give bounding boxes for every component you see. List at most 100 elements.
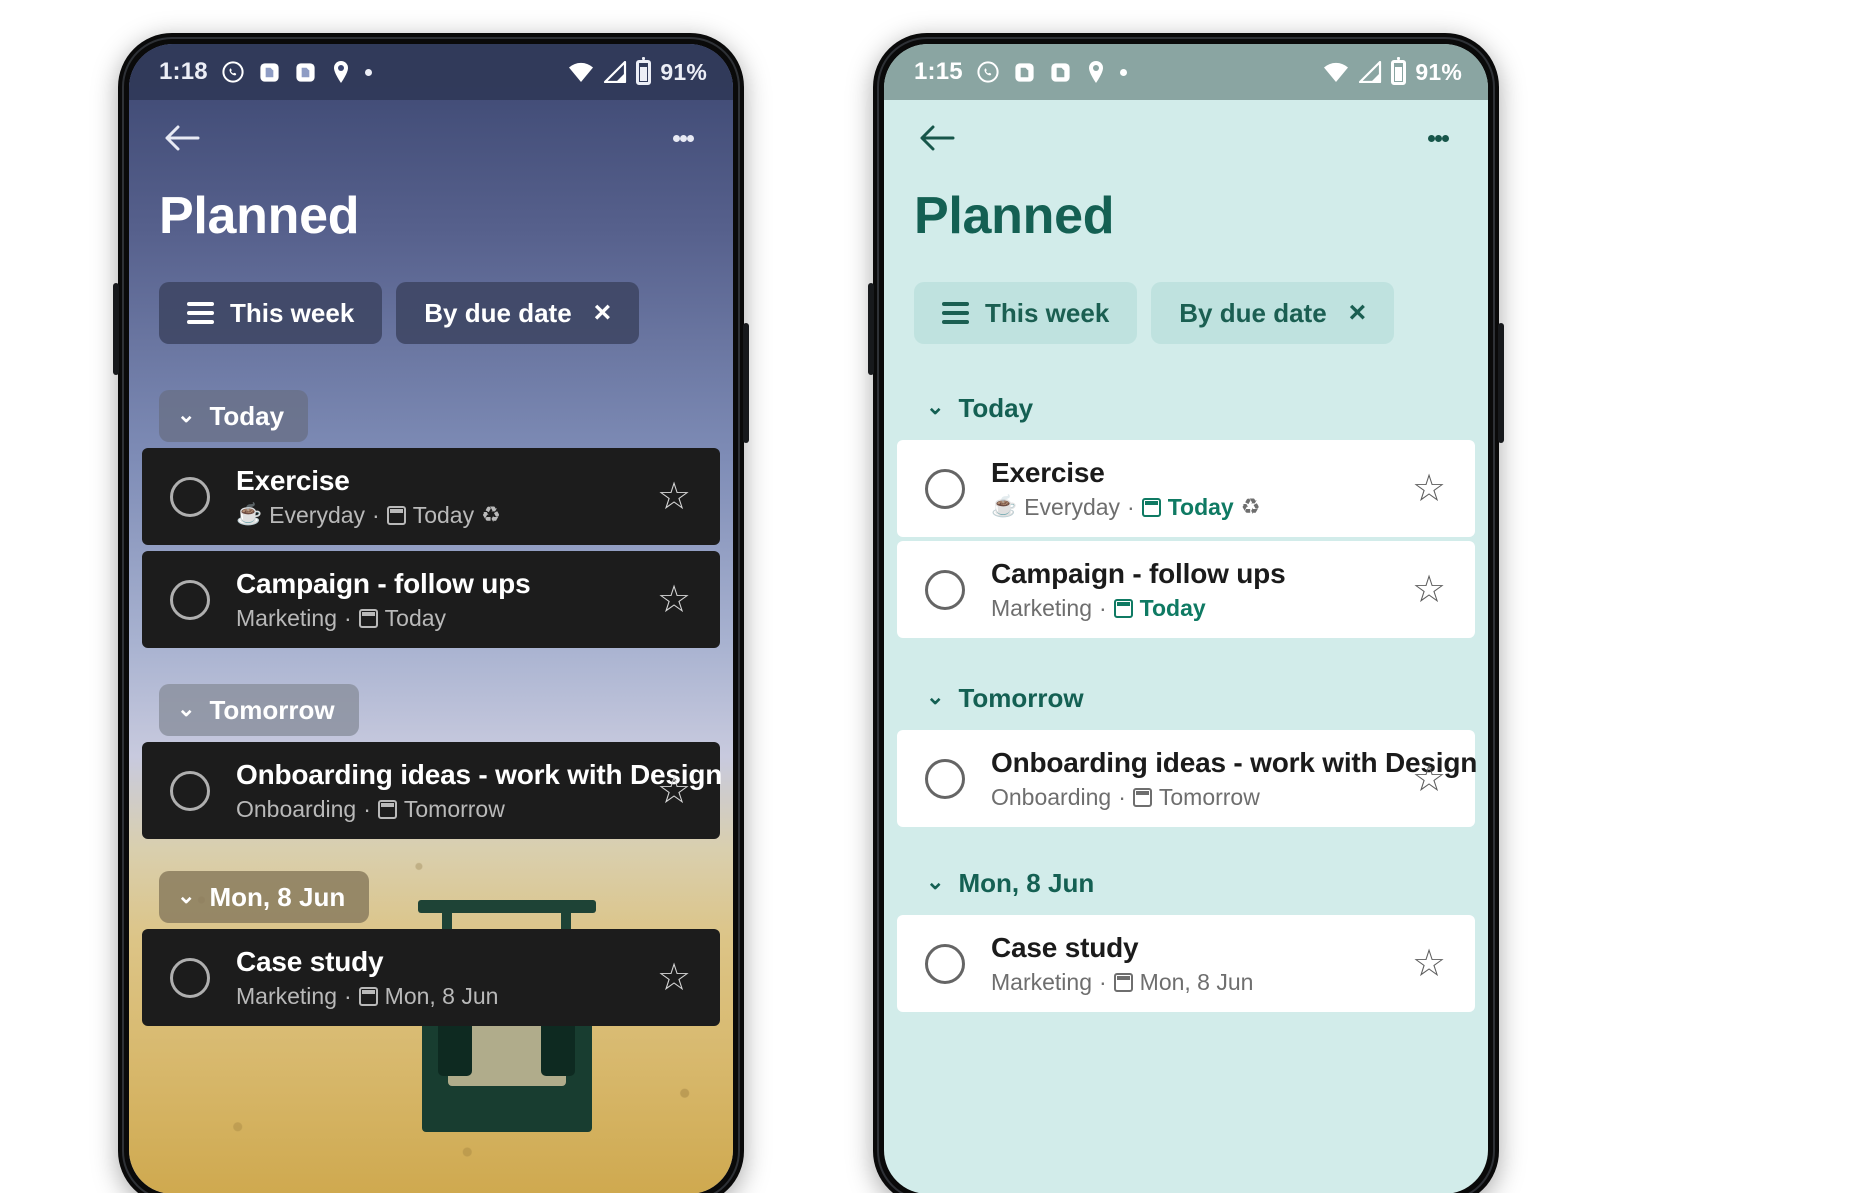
- mug-icon: ☕: [991, 495, 1018, 518]
- task-body: Onboarding ideas - work with Design Onbo…: [965, 747, 1477, 811]
- group-label: Mon, 8 Jun: [958, 867, 1095, 898]
- task-due-date: Today: [412, 501, 475, 528]
- favorite-star-icon[interactable]: ☆: [1407, 470, 1451, 508]
- table-row[interactable]: Onboarding ideas - work with Design Onbo…: [142, 742, 722, 839]
- complete-checkbox[interactable]: [925, 569, 965, 610]
- task-meta: Marketing · Today: [991, 595, 1407, 622]
- task-title: Case study: [991, 931, 1139, 963]
- task-group-tomorrow: ⌄ Tomorrow: [884, 642, 1488, 730]
- screenshot-stage: 1:18 91% Planned This week By due date ×…: [0, 0, 1859, 1193]
- battery-icon: [1391, 56, 1407, 85]
- chevron-down-icon: ⌄: [177, 696, 196, 721]
- task-list-name: Everyday: [269, 501, 366, 528]
- task-due-date: Tomorrow: [1158, 783, 1260, 810]
- group-header-mon-8-jun[interactable]: ⌄ Mon, 8 Jun: [914, 857, 1118, 909]
- back-arrow-icon[interactable]: [914, 115, 960, 161]
- calendar-icon: [1113, 598, 1133, 618]
- task-meta: ☕ Everyday · Today ♻: [236, 502, 652, 529]
- favorite-star-icon[interactable]: ☆: [1407, 945, 1451, 983]
- more-options-icon[interactable]: [1418, 115, 1458, 161]
- volume-button[interactable]: [113, 283, 119, 375]
- close-icon[interactable]: ×: [594, 298, 612, 328]
- chip-this-week[interactable]: This week: [159, 282, 383, 344]
- app-bar: [129, 100, 733, 176]
- task-due-date: Today: [384, 604, 447, 631]
- chip-label: By due date: [424, 297, 572, 328]
- complete-checkbox[interactable]: [925, 943, 965, 984]
- close-icon[interactable]: ×: [1349, 298, 1367, 328]
- power-button[interactable]: [743, 323, 749, 443]
- task-due-date: Tomorrow: [403, 795, 505, 822]
- complete-checkbox[interactable]: [170, 770, 210, 811]
- volume-button[interactable]: [868, 283, 874, 375]
- list-filter-icon: [187, 297, 214, 329]
- power-button[interactable]: [1498, 323, 1504, 443]
- calendar-icon: [1141, 497, 1161, 517]
- more-options-icon[interactable]: [663, 115, 703, 161]
- group-header-tomorrow[interactable]: ⌄ Tomorrow: [159, 684, 359, 736]
- calendar-icon: [1132, 787, 1152, 807]
- task-body: Exercise ☕ Everyday · Today ♻: [965, 457, 1407, 521]
- chevron-down-icon: ⌄: [926, 394, 945, 419]
- phone-screen-light: 1:15 91% Planned This week By due date ×…: [884, 44, 1488, 1193]
- phone-device-dark: 1:18 91% Planned This week By due date ×…: [113, 33, 749, 1193]
- favorite-star-icon[interactable]: ☆: [652, 478, 696, 516]
- complete-checkbox[interactable]: [925, 758, 965, 799]
- complete-checkbox[interactable]: [170, 957, 210, 998]
- table-row[interactable]: Case study Marketing · Mon, 8 Jun ☆: [897, 915, 1475, 1012]
- chip-this-week[interactable]: This week: [914, 282, 1138, 344]
- complete-checkbox[interactable]: [925, 468, 965, 509]
- table-row[interactable]: Onboarding ideas - work with Design Onbo…: [897, 730, 1477, 827]
- task-due-date: Mon, 8 Jun: [384, 982, 499, 1009]
- favorite-star-icon[interactable]: ☆: [652, 959, 696, 997]
- meta-separator: ·: [1098, 968, 1107, 995]
- task-title: Case study: [236, 945, 384, 977]
- whatsapp-icon: [976, 60, 1000, 84]
- group-header-tomorrow[interactable]: ⌄ Tomorrow: [914, 672, 1108, 724]
- group-label: Mon, 8 Jun: [209, 881, 346, 912]
- favorite-star-icon[interactable]: ☆: [1407, 760, 1451, 798]
- task-list-name: Onboarding: [236, 795, 357, 822]
- task-body: Onboarding ideas - work with Design Onbo…: [210, 759, 722, 823]
- calendar-icon: [386, 505, 406, 525]
- group-header-today[interactable]: ⌄ Today: [914, 382, 1057, 434]
- complete-checkbox[interactable]: [170, 579, 210, 620]
- list-filter-icon: [942, 297, 969, 329]
- table-row[interactable]: Case study Marketing · Mon, 8 Jun ☆: [142, 929, 720, 1026]
- chip-label: By due date: [1179, 297, 1327, 328]
- favorite-star-icon[interactable]: ☆: [1407, 571, 1451, 609]
- task-meta: Marketing · Mon, 8 Jun: [991, 969, 1407, 996]
- back-arrow-icon[interactable]: [159, 115, 205, 161]
- task-due-date: Today: [1139, 594, 1206, 621]
- status-bar: 1:15 91%: [884, 44, 1488, 100]
- group-header-today[interactable]: ⌄ Today: [159, 390, 309, 442]
- battery-percent: 91%: [660, 58, 707, 85]
- task-meta: Onboarding · Tomorrow: [236, 796, 652, 823]
- status-time: 1:18: [159, 58, 208, 85]
- task-meta: Onboarding · Tomorrow: [991, 784, 1407, 811]
- complete-checkbox[interactable]: [170, 476, 210, 517]
- favorite-star-icon[interactable]: ☆: [652, 772, 696, 810]
- table-row[interactable]: Campaign - follow ups Marketing · Today …: [142, 551, 720, 648]
- document-icon: [1013, 61, 1036, 84]
- task-list-name: Marketing: [236, 982, 337, 1009]
- table-row[interactable]: Campaign - follow ups Marketing · Today …: [897, 541, 1475, 638]
- group-header-mon-8-jun[interactable]: ⌄ Mon, 8 Jun: [159, 871, 370, 923]
- chip-by-due-date[interactable]: By due date ×: [1151, 282, 1395, 344]
- task-due-date: Mon, 8 Jun: [1139, 968, 1254, 995]
- task-meta: ☕ Everyday · Today ♻: [991, 494, 1407, 521]
- calendar-icon: [358, 986, 378, 1006]
- location-pin-icon: [330, 60, 352, 84]
- document-icon: [294, 61, 317, 84]
- favorite-star-icon[interactable]: ☆: [652, 581, 696, 619]
- table-row[interactable]: Exercise ☕ Everyday · Today ♻ ☆: [897, 440, 1475, 537]
- repeat-icon: ♻: [1240, 494, 1261, 519]
- task-group-mon-8-jun: ⌄ Mon, 8 Jun: [129, 845, 733, 929]
- task-title: Exercise: [991, 456, 1105, 488]
- meta-separator: ·: [343, 604, 352, 631]
- table-row[interactable]: Exercise ☕ Everyday · Today ♻ ☆: [142, 448, 720, 545]
- task-list-name: Marketing: [991, 968, 1092, 995]
- filter-chips: This week By due date ×: [129, 246, 733, 344]
- chip-by-due-date[interactable]: By due date ×: [396, 282, 640, 344]
- repeat-icon: ♻: [481, 502, 501, 527]
